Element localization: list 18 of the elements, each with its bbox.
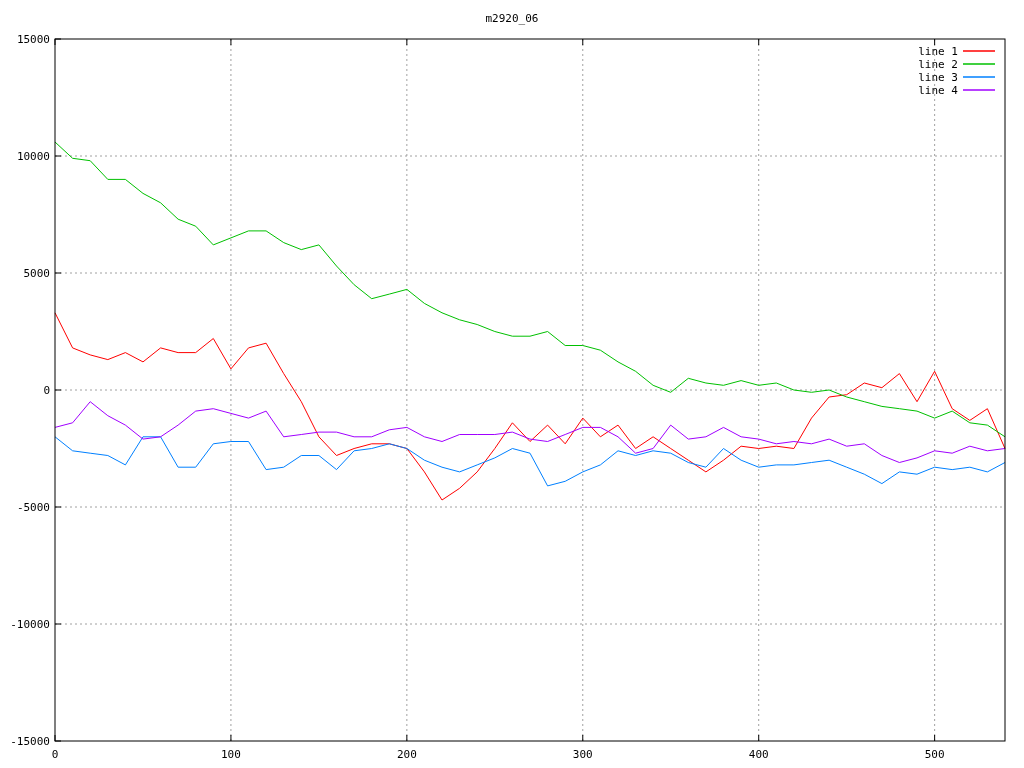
y-tick-label: 0	[43, 384, 50, 397]
y-tick-label: 15000	[16, 33, 50, 46]
x-tick-label: 200	[396, 748, 417, 761]
legend-label: line 1	[918, 45, 958, 58]
legend-label: line 3	[918, 71, 958, 84]
x-tick-label: 300	[572, 748, 593, 761]
y-tick-label: 10000	[16, 150, 50, 163]
x-tick-label: 400	[748, 748, 769, 761]
legend-label: line 2	[918, 58, 958, 71]
x-tick-label: 500	[924, 748, 945, 761]
x-tick-label: 0	[51, 748, 59, 761]
y-tick-label: -10000	[10, 618, 50, 631]
chart-title: m2920_06	[485, 12, 539, 25]
legend-label: line 4	[918, 84, 958, 97]
y-tick-label: 5000	[23, 267, 50, 280]
y-tick-label: -15000	[10, 735, 50, 748]
y-tick-label: -5000	[16, 501, 50, 514]
x-tick-label: 100	[221, 748, 241, 761]
